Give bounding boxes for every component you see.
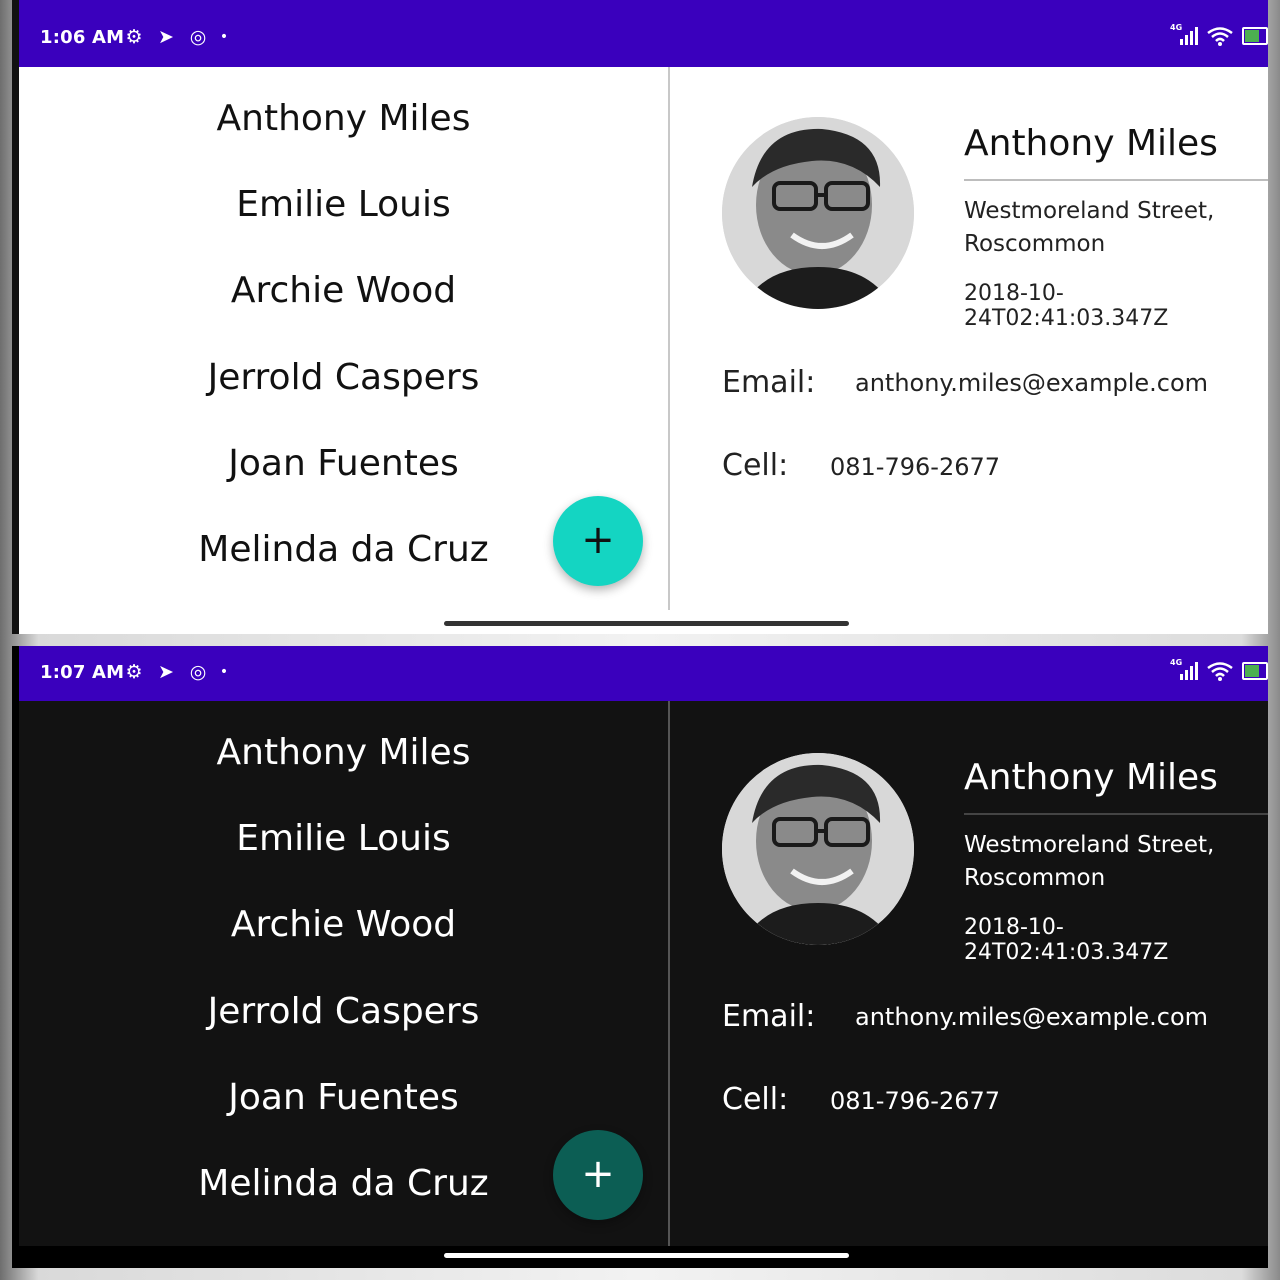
email-label: Email: [722, 365, 816, 400]
signal-icon: 4G [1170, 658, 1198, 680]
detail-timestamp: 2018-10-24T02:41:03.347Z [964, 281, 1169, 331]
address-line1: Westmoreland Street, [964, 832, 1215, 858]
contact-item[interactable]: Jerrold Caspers [19, 357, 668, 398]
data-saver-icon: ◎ [189, 26, 207, 48]
battery-icon [1242, 27, 1268, 45]
telegram-icon: ➤ [158, 661, 174, 683]
home-indicator[interactable] [444, 1253, 849, 1258]
email-value[interactable]: anthony.miles@example.com [855, 369, 1208, 397]
contact-item[interactable]: Archie Wood [19, 270, 668, 311]
settings-icon: ⚙ [125, 661, 143, 683]
cell-value[interactable]: 081-796-2677 [830, 1087, 1000, 1115]
detail-name: Anthony Miles [964, 123, 1218, 164]
cell-label: Cell: [722, 1082, 789, 1117]
address-line2: Roscommon [964, 231, 1106, 257]
name-underline [964, 179, 1268, 181]
email-label: Email: [722, 999, 816, 1034]
avatar [722, 117, 914, 309]
contact-item[interactable]: Archie Wood [19, 904, 668, 945]
contact-item[interactable]: Joan Fuentes [19, 443, 668, 484]
settings-icon: ⚙ [125, 26, 143, 48]
home-indicator[interactable] [444, 621, 849, 626]
status-bar: 1:06 AM ⚙ ➤ ◎ • 4G [19, 0, 1268, 67]
plus-icon: + [581, 1151, 615, 1197]
light-screen: 1:06 AM ⚙ ➤ ◎ • 4G Anthony Miles Emilie … [12, 0, 1268, 634]
contact-item[interactable]: Anthony Miles [19, 732, 668, 773]
contact-item[interactable]: Jerrold Caspers [19, 991, 668, 1032]
wifi-icon [1207, 662, 1233, 681]
signal-icon: 4G [1170, 23, 1198, 45]
detail-address: Westmoreland Street, Roscommon [964, 195, 1254, 261]
add-contact-button[interactable]: + [553, 1130, 643, 1220]
network-type: 4G [1170, 658, 1183, 667]
battery-icon [1242, 662, 1268, 680]
network-type: 4G [1170, 23, 1183, 32]
status-bar: 1:07 AM ⚙ ➤ ◎ • 4G [19, 646, 1268, 701]
contact-item[interactable]: Anthony Miles [19, 98, 668, 139]
contact-detail: Anthony Miles Westmoreland Street, Rosco… [670, 701, 1268, 1246]
status-time: 1:07 AM [40, 662, 125, 683]
cell-value[interactable]: 081-796-2677 [830, 453, 1000, 481]
data-saver-icon: ◎ [189, 661, 207, 683]
dot-icon: • [219, 29, 229, 45]
contact-item[interactable]: Emilie Louis [19, 184, 668, 225]
avatar [722, 753, 914, 945]
contact-detail: Anthony Miles Westmoreland Street, Rosco… [670, 67, 1268, 634]
status-time: 1:06 AM [40, 27, 125, 48]
dark-screen: 1:07 AM ⚙ ➤ ◎ • 4G Anthony Miles Emilie … [12, 646, 1268, 1268]
address-line2: Roscommon [964, 865, 1106, 891]
email-value[interactable]: anthony.miles@example.com [855, 1003, 1208, 1031]
detail-address: Westmoreland Street, Roscommon [964, 829, 1254, 895]
dot-icon: • [219, 664, 229, 680]
name-underline [964, 813, 1268, 815]
detail-timestamp: 2018-10-24T02:41:03.347Z [964, 915, 1169, 965]
wifi-icon [1207, 27, 1233, 46]
telegram-icon: ➤ [158, 26, 174, 48]
contact-list: Anthony Miles Emilie Louis Archie Wood J… [19, 67, 668, 634]
plus-icon: + [581, 517, 615, 563]
add-contact-button[interactable]: + [553, 496, 643, 586]
contact-list: Anthony Miles Emilie Louis Archie Wood J… [19, 701, 668, 1246]
detail-name: Anthony Miles [964, 757, 1218, 798]
contact-item[interactable]: Emilie Louis [19, 818, 668, 859]
cell-label: Cell: [722, 448, 789, 483]
contact-item[interactable]: Joan Fuentes [19, 1077, 668, 1118]
address-line1: Westmoreland Street, [964, 198, 1215, 224]
